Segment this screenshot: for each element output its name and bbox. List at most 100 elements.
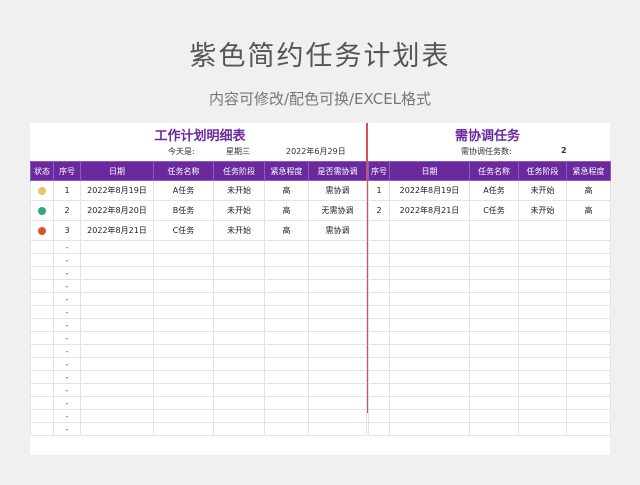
empty-cell[interactable] [566, 396, 611, 410]
cell-stage[interactable]: 未开始 [213, 220, 265, 241]
cell-coord[interactable]: 需协调 [308, 220, 367, 241]
empty-cell[interactable] [308, 396, 367, 410]
cell-no[interactable]: 1 [53, 180, 81, 201]
empty-cell[interactable] [213, 383, 265, 397]
cell-date[interactable]: 2022年8月19日 [80, 180, 154, 201]
empty-cell[interactable] [153, 240, 214, 254]
cell-name[interactable]: C任务 [469, 200, 519, 221]
empty-cell[interactable] [213, 370, 265, 384]
cell-date[interactable]: 2022年8月21日 [389, 200, 470, 221]
empty-cell[interactable] [308, 409, 367, 423]
empty-cell[interactable] [80, 422, 154, 436]
cell-no[interactable]: - [53, 266, 81, 280]
empty-cell[interactable] [80, 344, 154, 358]
empty-cell[interactable] [368, 409, 390, 423]
empty-cell[interactable] [566, 220, 611, 241]
empty-cell[interactable] [518, 305, 567, 319]
empty-cell[interactable] [389, 279, 470, 293]
empty-cell[interactable] [153, 292, 214, 306]
empty-cell[interactable] [368, 253, 390, 267]
cell-no[interactable]: 1 [368, 180, 390, 201]
empty-cell[interactable] [308, 318, 367, 332]
empty-cell[interactable] [213, 279, 265, 293]
empty-cell[interactable] [264, 383, 309, 397]
empty-cell[interactable] [153, 396, 214, 410]
status-cell[interactable] [30, 180, 54, 201]
empty-cell[interactable] [518, 396, 567, 410]
empty-cell[interactable] [518, 383, 567, 397]
empty-cell[interactable] [264, 331, 309, 345]
status-cell[interactable] [30, 357, 54, 371]
empty-cell[interactable] [518, 357, 567, 371]
empty-cell[interactable] [566, 357, 611, 371]
empty-cell[interactable] [518, 422, 567, 436]
empty-cell[interactable] [213, 305, 265, 319]
empty-cell[interactable] [518, 220, 567, 241]
empty-cell[interactable] [153, 318, 214, 332]
empty-cell[interactable] [368, 331, 390, 345]
cell-name[interactable]: C任务 [153, 220, 214, 241]
empty-cell[interactable] [469, 292, 519, 306]
empty-cell[interactable] [469, 370, 519, 384]
empty-cell[interactable] [518, 409, 567, 423]
empty-cell[interactable] [566, 240, 611, 254]
empty-cell[interactable] [469, 396, 519, 410]
empty-cell[interactable] [518, 292, 567, 306]
empty-cell[interactable] [153, 253, 214, 267]
empty-cell[interactable] [80, 292, 154, 306]
empty-cell[interactable] [368, 240, 390, 254]
cell-no[interactable]: - [53, 344, 81, 358]
empty-cell[interactable] [389, 292, 470, 306]
empty-cell[interactable] [264, 318, 309, 332]
cell-urgency[interactable]: 高 [566, 180, 611, 201]
empty-cell[interactable] [153, 279, 214, 293]
empty-cell[interactable] [469, 422, 519, 436]
cell-stage[interactable]: 未开始 [213, 180, 265, 201]
cell-no[interactable]: 2 [53, 200, 81, 221]
empty-cell[interactable] [368, 318, 390, 332]
empty-cell[interactable] [566, 370, 611, 384]
empty-cell[interactable] [368, 266, 390, 280]
empty-cell[interactable] [368, 279, 390, 293]
cell-stage[interactable]: 未开始 [518, 200, 567, 221]
cell-no[interactable]: 2 [368, 200, 390, 221]
empty-cell[interactable] [566, 253, 611, 267]
cell-no[interactable]: - [53, 422, 81, 436]
empty-cell[interactable] [308, 292, 367, 306]
empty-cell[interactable] [469, 240, 519, 254]
empty-cell[interactable] [80, 305, 154, 319]
empty-cell[interactable] [518, 331, 567, 345]
empty-cell[interactable] [80, 370, 154, 384]
empty-cell[interactable] [368, 383, 390, 397]
cell-no[interactable]: - [53, 253, 81, 267]
empty-cell[interactable] [153, 383, 214, 397]
empty-cell[interactable] [80, 279, 154, 293]
empty-cell[interactable] [308, 422, 367, 436]
status-cell[interactable] [30, 422, 54, 436]
cell-name[interactable]: A任务 [153, 180, 214, 201]
empty-cell[interactable] [264, 253, 309, 267]
empty-cell[interactable] [469, 344, 519, 358]
empty-cell[interactable] [264, 279, 309, 293]
empty-cell[interactable] [469, 220, 519, 241]
empty-cell[interactable] [566, 409, 611, 423]
status-cell[interactable] [30, 240, 54, 254]
cell-name[interactable]: A任务 [469, 180, 519, 201]
empty-cell[interactable] [308, 383, 367, 397]
empty-cell[interactable] [469, 409, 519, 423]
cell-date[interactable]: 2022年8月19日 [389, 180, 470, 201]
empty-cell[interactable] [469, 279, 519, 293]
empty-cell[interactable] [80, 409, 154, 423]
cell-no[interactable]: - [53, 305, 81, 319]
cell-no[interactable]: - [53, 279, 81, 293]
empty-cell[interactable] [518, 370, 567, 384]
empty-cell[interactable] [389, 220, 470, 241]
empty-cell[interactable] [213, 253, 265, 267]
empty-cell[interactable] [518, 240, 567, 254]
cell-no[interactable]: - [53, 331, 81, 345]
status-cell[interactable] [30, 383, 54, 397]
empty-cell[interactable] [469, 253, 519, 267]
status-cell[interactable] [30, 292, 54, 306]
status-cell[interactable] [30, 318, 54, 332]
cell-no[interactable]: - [53, 292, 81, 306]
